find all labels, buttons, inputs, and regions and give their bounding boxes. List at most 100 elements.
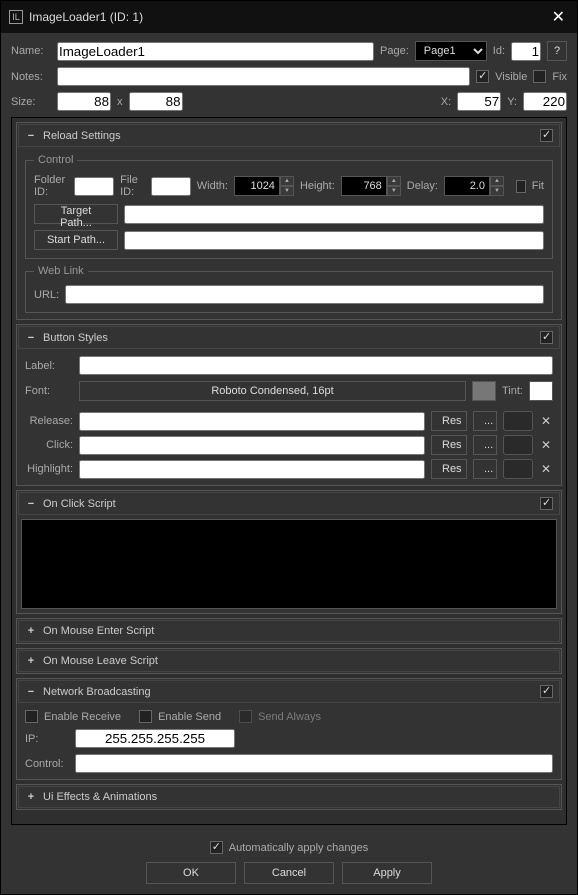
bs-clear-button[interactable]: ✕	[539, 414, 553, 428]
ip-input[interactable]	[75, 729, 235, 748]
cancel-button[interactable]: Cancel	[244, 862, 334, 884]
section-button-styles-header[interactable]: − Button Styles	[18, 326, 560, 349]
start-path-button[interactable]: Start Path...	[34, 230, 118, 250]
delay-label: Delay:	[407, 180, 438, 192]
bs-row-input[interactable]	[79, 460, 425, 479]
section-onclick-title: On Click Script	[43, 498, 534, 510]
visible-label: Visible	[495, 71, 527, 83]
auto-apply-label: Automatically apply changes	[229, 842, 368, 854]
size-x-label: x	[117, 96, 123, 108]
height-input[interactable]	[341, 176, 387, 196]
window-title: ImageLoader1 (ID: 1)	[29, 10, 542, 24]
net-control-input[interactable]	[75, 754, 553, 773]
onclick-toggle-checkbox[interactable]	[540, 497, 553, 510]
bs-preview-swatch[interactable]	[503, 459, 533, 479]
network-toggle-checkbox[interactable]	[540, 685, 553, 698]
bs-preview-swatch[interactable]	[503, 435, 533, 455]
bs-clear-button[interactable]: ✕	[539, 438, 553, 452]
titlebar: IL ImageLoader1 (ID: 1) ✕	[1, 1, 577, 33]
section-reload-header[interactable]: − Reload Settings	[18, 124, 560, 147]
id-label: Id:	[493, 45, 505, 57]
target-path-button[interactable]: Target Path...	[34, 204, 118, 224]
bs-tint-swatch[interactable]	[529, 381, 553, 401]
section-network-title: Network Broadcasting	[43, 686, 534, 698]
section-reload: − Reload Settings Control Folder ID: Fil…	[16, 122, 562, 320]
send-always-checkbox[interactable]	[239, 710, 252, 723]
control-legend: Control	[34, 154, 77, 166]
size-width-input[interactable]	[57, 92, 111, 111]
expand-icon: +	[25, 625, 37, 637]
section-onenter-title: On Mouse Enter Script	[43, 625, 553, 637]
ip-label: IP:	[25, 733, 69, 745]
button-styles-toggle-checkbox[interactable]	[540, 331, 553, 344]
fit-checkbox[interactable]	[516, 180, 526, 193]
ok-button[interactable]: OK	[146, 862, 236, 884]
section-onenter-header[interactable]: + On Mouse Enter Script	[18, 620, 560, 642]
bs-res-button[interactable]: Res	[431, 411, 467, 431]
width-up[interactable]: ▲	[280, 176, 294, 186]
notes-input[interactable]	[57, 67, 470, 86]
width-input[interactable]	[234, 176, 280, 196]
height-spinner[interactable]: ▲▼	[341, 176, 401, 196]
delay-up[interactable]: ▲	[490, 176, 504, 186]
bs-row-input[interactable]	[79, 436, 425, 455]
url-input[interactable]	[65, 285, 544, 304]
enable-send-checkbox[interactable]	[139, 710, 152, 723]
section-onleave: + On Mouse Leave Script	[16, 648, 562, 674]
section-onclick-header[interactable]: − On Click Script	[18, 492, 560, 515]
section-effects-header[interactable]: + Ui Effects & Animations	[18, 786, 560, 808]
notes-label: Notes:	[11, 71, 51, 83]
bs-font-color-swatch[interactable]	[472, 381, 496, 401]
section-onleave-header[interactable]: + On Mouse Leave Script	[18, 650, 560, 672]
bs-browse-button[interactable]: ...	[473, 459, 497, 479]
target-path-input[interactable]	[124, 205, 544, 224]
bs-clear-button[interactable]: ✕	[539, 462, 553, 476]
bs-preview-swatch[interactable]	[503, 411, 533, 431]
folder-id-input[interactable]	[74, 177, 114, 196]
start-path-input[interactable]	[124, 231, 544, 250]
bs-res-button[interactable]: Res	[431, 435, 467, 455]
enable-receive-checkbox[interactable]	[25, 710, 38, 723]
size-height-input[interactable]	[129, 92, 183, 111]
bs-font-button[interactable]: Roboto Condensed, 16pt	[79, 381, 466, 401]
height-up[interactable]: ▲	[387, 176, 401, 186]
bs-tint-label: Tint:	[502, 385, 523, 397]
page-select[interactable]: Page1	[415, 41, 487, 61]
collapse-icon: −	[25, 332, 37, 344]
enable-send-label: Enable Send	[158, 711, 221, 723]
reload-toggle-checkbox[interactable]	[540, 129, 553, 142]
delay-down[interactable]: ▼	[490, 186, 504, 196]
bs-row-label: Highlight:	[25, 463, 73, 475]
close-button[interactable]: ✕	[548, 7, 569, 27]
name-input[interactable]	[57, 42, 374, 61]
section-network-header[interactable]: − Network Broadcasting	[18, 680, 560, 703]
onclick-script-textarea[interactable]	[21, 519, 557, 609]
enable-receive-label: Enable Receive	[44, 711, 121, 723]
bs-label-input[interactable]	[79, 356, 553, 375]
fix-label: Fix	[552, 71, 567, 83]
bs-res-button[interactable]: Res	[431, 459, 467, 479]
delay-input[interactable]	[444, 176, 490, 196]
x-input[interactable]	[457, 92, 501, 111]
section-onleave-title: On Mouse Leave Script	[43, 655, 553, 667]
height-down[interactable]: ▼	[387, 186, 401, 196]
auto-apply-checkbox[interactable]	[210, 841, 223, 854]
visible-checkbox[interactable]	[476, 70, 489, 83]
weblink-legend: Web Link	[34, 265, 88, 277]
fit-label: Fit	[532, 180, 544, 192]
bs-browse-button[interactable]: ...	[473, 435, 497, 455]
bs-browse-button[interactable]: ...	[473, 411, 497, 431]
x-label: X:	[441, 96, 451, 108]
section-effects: + Ui Effects & Animations	[16, 784, 562, 810]
file-id-input[interactable]	[151, 177, 191, 196]
fix-checkbox[interactable]	[533, 70, 546, 83]
id-input[interactable]	[511, 42, 541, 61]
bs-row-input[interactable]	[79, 412, 425, 431]
help-button[interactable]: ?	[547, 41, 567, 61]
width-down[interactable]: ▼	[280, 186, 294, 196]
delay-spinner[interactable]: ▲▼	[444, 176, 504, 196]
y-input[interactable]	[523, 92, 567, 111]
width-spinner[interactable]: ▲▼	[234, 176, 294, 196]
section-onenter: + On Mouse Enter Script	[16, 618, 562, 644]
apply-button[interactable]: Apply	[342, 862, 432, 884]
